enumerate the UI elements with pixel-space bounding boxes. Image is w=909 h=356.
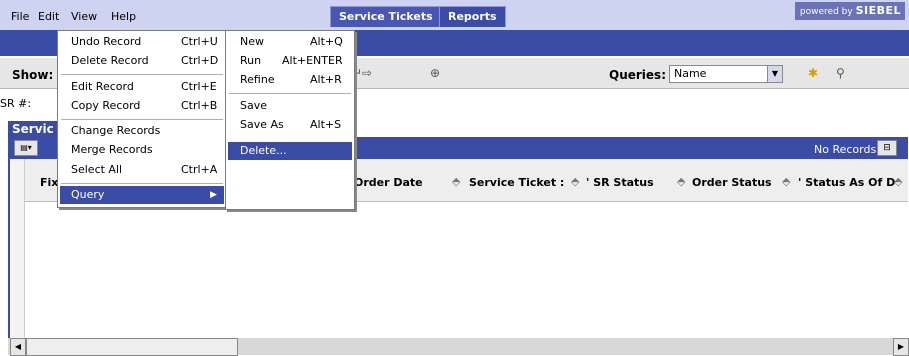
menu-item-label: New (240, 35, 264, 48)
menu-item-shortcut: Ctrl+B (181, 99, 218, 112)
tab-service-tickets[interactable]: Service Tickets (330, 6, 442, 27)
query-submenu: New Alt+Q Run Alt+ENTER Refine Alt+R Sav… (225, 30, 355, 210)
menu-item-label: Delete Record (71, 54, 149, 67)
column-sr-status[interactable]: ' SR Status (586, 176, 654, 189)
column-fix[interactable]: Fix (40, 176, 58, 189)
menu-item-change-records[interactable]: Change Records (71, 122, 221, 140)
queries-label: Queries: (609, 68, 666, 82)
search-icon[interactable]: ⚲ (836, 66, 845, 80)
sort-icon[interactable]: ⬘ (782, 175, 790, 188)
menu-view[interactable]: View (71, 10, 97, 23)
record-count: No Records (814, 143, 877, 156)
column-service-ticket[interactable]: Service Ticket : (469, 176, 564, 189)
menu-item-select-all[interactable]: Select All Ctrl+A (71, 161, 221, 179)
menu-item-undo-record[interactable]: Undo Record Ctrl+U (71, 33, 221, 51)
scroll-right-icon[interactable]: ▶ (893, 338, 909, 356)
column-status-as-of-date[interactable]: ' Status As Of D (798, 176, 895, 189)
queries-dropdown[interactable]: Name ▼ (669, 65, 783, 83)
menu-item-save[interactable]: Save (240, 97, 350, 115)
layout-icon[interactable]: ⊟ (877, 140, 897, 156)
sort-icon[interactable]: ⬘ (677, 175, 685, 188)
menu-item-run[interactable]: Run Alt+ENTER (240, 52, 350, 70)
sort-icon[interactable]: ⬘ (571, 175, 579, 188)
chevron-right-icon: ▶ (210, 190, 217, 200)
menu-item-shortcut: Alt+R (310, 73, 342, 86)
column-order-date[interactable]: Order Date (354, 176, 423, 189)
siebel-logo: powered by SIEBEL (795, 2, 905, 20)
menu-item-copy-record[interactable]: Copy Record Ctrl+B (71, 97, 221, 115)
menu-item-refine[interactable]: Refine Alt+R (240, 71, 350, 89)
tab-reports[interactable]: Reports (439, 6, 506, 27)
menu-item-label: Merge Records (71, 143, 153, 156)
menu-item-label: Refine (240, 73, 275, 86)
menu-item-query[interactable]: Query ▶ (60, 186, 224, 204)
menu-item-shortcut: Alt+S (310, 118, 342, 131)
sort-icon[interactable]: ⬘ (452, 175, 460, 188)
menu-item-shortcut: Ctrl+D (181, 54, 219, 67)
menu-item-delete[interactable]: Delete... (228, 142, 352, 160)
menu-separator (61, 74, 223, 75)
menu-item-label: Edit Record (71, 80, 134, 93)
menu-item-shortcut: Ctrl+E (181, 80, 217, 93)
menu-separator (61, 183, 223, 184)
menu-edit[interactable]: Edit (38, 10, 59, 23)
sr-number-label: SR #: (0, 97, 32, 110)
queries-value: Name (674, 67, 707, 80)
menu-separator (61, 119, 223, 120)
menu-item-label: Change Records (71, 124, 161, 137)
menu-item-label: Undo Record (71, 35, 142, 48)
menu-file[interactable]: File (11, 10, 29, 23)
menu-item-shortcut: Alt+ENTER (282, 54, 343, 67)
menu-item-label: Delete... (240, 144, 287, 157)
globe-icon[interactable]: ⊕ (430, 66, 440, 80)
menu-item-label: Copy Record (71, 99, 141, 112)
menu-item-label: Run (240, 54, 262, 67)
list-body (8, 202, 908, 332)
row-selector-column (10, 159, 25, 339)
menu-item-save-as[interactable]: Save As Alt+S (240, 116, 350, 134)
powered-by-text: powered by (799, 7, 853, 17)
menu-item-label: Select All (71, 163, 123, 176)
menu-item-label: Query (71, 188, 105, 201)
column-order-status[interactable]: Order Status (692, 176, 772, 189)
menu-item-label: Save As (240, 118, 284, 131)
menu-item-new[interactable]: New Alt+Q (240, 33, 350, 51)
brand-name: SIEBEL (855, 4, 901, 17)
menu-item-merge-records[interactable]: Merge Records (71, 141, 221, 159)
applet-menu-button[interactable]: ▤▾ (14, 140, 38, 156)
menu-item-edit-record[interactable]: Edit Record Ctrl+E (71, 78, 221, 96)
menu-separator (229, 93, 351, 94)
menu-item-shortcut: Ctrl+U (181, 35, 218, 48)
show-label: Show: (12, 68, 54, 82)
scroll-left-icon[interactable]: ◀ (10, 338, 26, 356)
menu-item-label: Save (240, 99, 268, 112)
sort-icon[interactable]: ⬘ (894, 175, 902, 188)
menu-help[interactable]: Help (111, 10, 136, 23)
new-query-icon[interactable]: ✱ (808, 66, 818, 80)
menu-item-shortcut: Alt+Q (310, 35, 343, 48)
back-forward-icon[interactable]: ↵⇨ (352, 66, 372, 80)
chevron-down-icon[interactable]: ▼ (767, 66, 782, 82)
edit-menu: Undo Record Ctrl+U Delete Record Ctrl+D … (57, 30, 227, 208)
menu-item-delete-record[interactable]: Delete Record Ctrl+D (71, 52, 221, 70)
scrollbar-thumb[interactable] (26, 338, 238, 356)
menu-item-shortcut: Ctrl+A (181, 163, 218, 176)
